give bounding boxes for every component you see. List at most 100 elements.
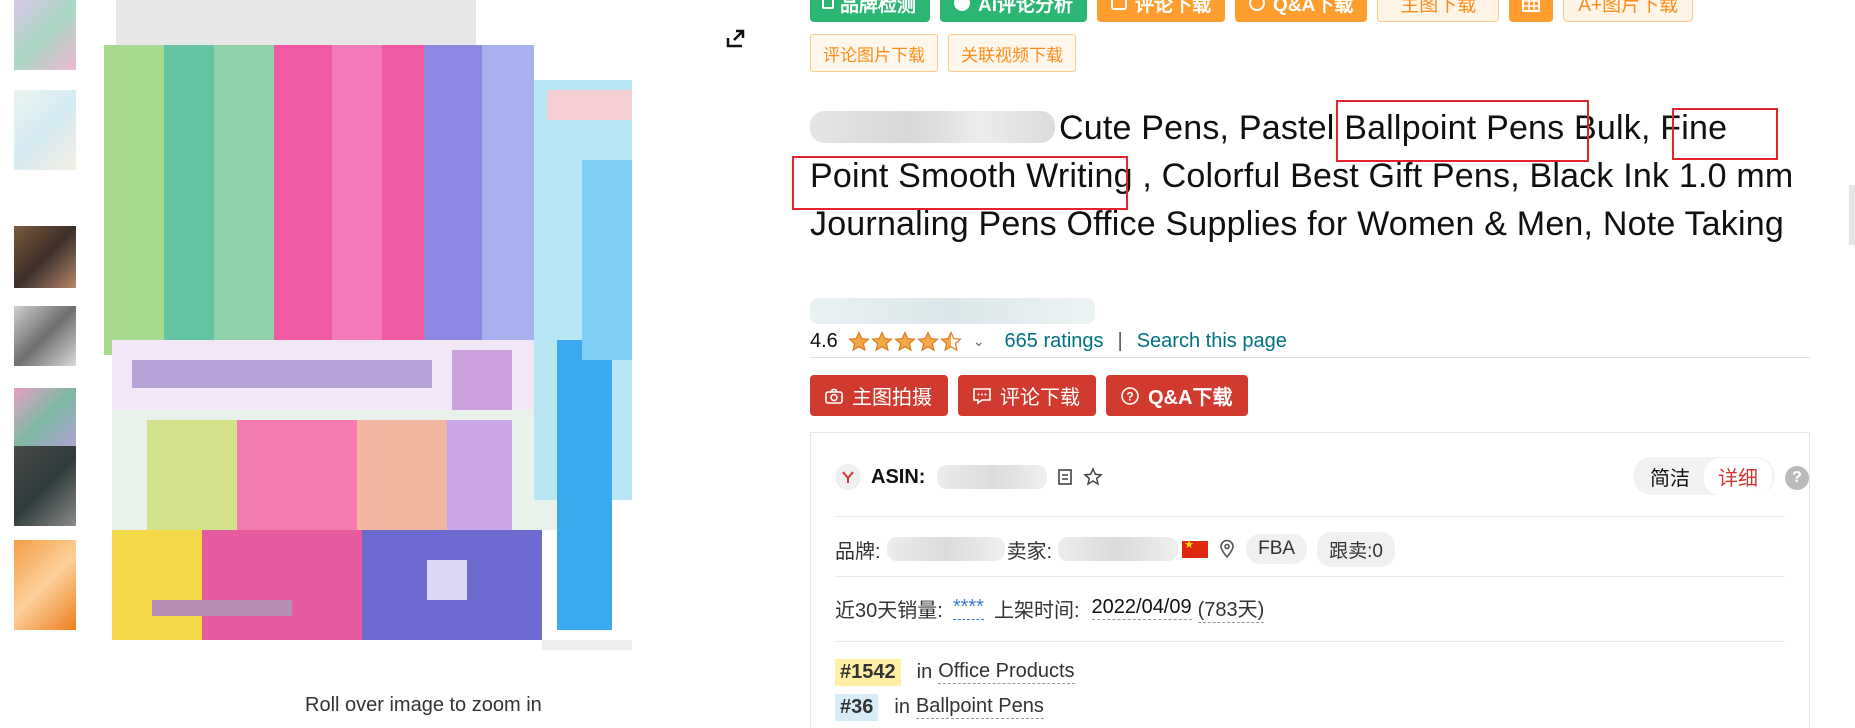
zoom-hint: Roll over image to zoom in [305, 694, 542, 716]
help-icon[interactable]: ? [1785, 466, 1809, 490]
plugin-logo-icon [835, 464, 861, 490]
brand-value-blur[interactable] [886, 537, 1005, 561]
thumbnail-6[interactable] [14, 446, 76, 526]
thumbnail-strip [14, 0, 76, 640]
thumbnail-4[interactable] [14, 306, 76, 366]
sales-30d-label: 近30天销量: [835, 599, 943, 622]
divider [810, 357, 1810, 358]
star-icon [847, 330, 870, 351]
sales-row: 近30天销量: **** 上架时间: 2022/04/09 (783天) [835, 588, 1785, 628]
view-toggle-simple[interactable]: 简洁 [1636, 458, 1704, 495]
location-pin-icon[interactable] [1218, 539, 1236, 559]
comment-icon [1111, 0, 1128, 10]
listing-date-label: 上架时间: [993, 599, 1080, 622]
scrollbar-hint[interactable] [1849, 185, 1855, 245]
review-download-label: 评论下载 [1000, 387, 1080, 409]
rank-row-2: #36 in Ballpoint Pens [835, 690, 1785, 724]
review-download-button[interactable]: 评论下载 [958, 375, 1096, 416]
asin-label: ASIN: [871, 465, 926, 488]
brand-check-button[interactable]: 品牌检测 [810, 0, 931, 22]
thumbnail-1[interactable] [14, 0, 76, 70]
rank-in: in [916, 660, 933, 683]
rank-row-1: #1542 in Office Products [835, 655, 1785, 689]
ai-review-analysis-label: AI评论分析 [978, 0, 1074, 16]
star-icon [916, 330, 939, 351]
question-icon [1249, 0, 1266, 11]
brand-check-label: 品牌检测 [840, 0, 917, 16]
review-download-top-button[interactable]: 评论下载 [1097, 0, 1226, 22]
svg-text:?: ? [1126, 389, 1133, 403]
seller-label: 卖家: [1006, 540, 1053, 563]
rating-row: 4.6 ⌄ 665 ratings | Search this page [810, 330, 1287, 353]
rank-in: in [894, 695, 910, 718]
store-link-blur[interactable] [810, 298, 1095, 324]
aplus-image-download-label: A+图片下载 [1578, 0, 1679, 16]
thumbnail-2[interactable] [14, 90, 76, 170]
rank-category-link[interactable]: Ballpoint Pens [915, 695, 1044, 719]
view-toggle[interactable]: 简洁 详细 [1633, 457, 1775, 495]
qa-download-top-button[interactable]: Q&A下载 [1235, 0, 1368, 22]
rank-badge: #36 [835, 693, 879, 721]
search-this-page-link[interactable]: Search this page [1137, 330, 1287, 353]
highlight-box-ballpoint-pens [1336, 100, 1589, 162]
listing-days-value: (783天) [1197, 593, 1265, 623]
copy-icon[interactable] [1055, 467, 1075, 487]
rank-badge: #1542 [835, 658, 901, 686]
grid-button[interactable] [1509, 0, 1554, 22]
camera-icon [825, 388, 843, 404]
product-info-panel: ASIN: 简洁 详细 ? 品牌: 卖家: FB [810, 432, 1810, 728]
thumbnail-5[interactable] [14, 388, 76, 448]
rating-value: 4.6 [810, 330, 838, 352]
share-icon[interactable] [722, 24, 750, 52]
grid-icon [1522, 0, 1541, 12]
star-icon [893, 330, 916, 351]
main-image-shoot-button[interactable]: 主图拍摄 [810, 375, 948, 416]
star-icon [939, 330, 962, 351]
qa-download-label: Q&A下载 [1148, 387, 1233, 409]
panel-divider [835, 576, 1785, 577]
star-icon [870, 330, 893, 351]
seller-value-blur[interactable] [1058, 537, 1179, 561]
comment-icon [973, 387, 991, 405]
plugin-toolbar: 品牌检测 AI评论分析 评论下载 Q&A下载 主图下载 A+图片下载 [810, 0, 1694, 22]
rating-stars[interactable] [847, 330, 963, 353]
fba-badge: FBA [1246, 534, 1308, 564]
action-buttons: 主图拍摄 评论下载 ? Q&A下载 [810, 375, 1249, 416]
review-image-download-button[interactable]: 评论图片下载 [810, 34, 938, 72]
main-image-download-label: 主图下载 [1400, 0, 1477, 16]
page: Roll over image to zoom in 品牌检测 AI评论分析 评… [0, 0, 1855, 728]
star-outline-icon[interactable] [1083, 467, 1104, 487]
product-image-graphic [92, 0, 632, 650]
ai-icon [954, 0, 971, 11]
qa-download-button[interactable]: ? Q&A下载 [1106, 375, 1249, 416]
brand-blur [810, 111, 1055, 143]
qa-download-top-label: Q&A下载 [1273, 0, 1354, 16]
brand-check-icon [822, 0, 834, 9]
brand-row: 品牌: 卖家: FBA 跟卖:0 [835, 529, 1785, 569]
china-flag-icon [1182, 538, 1209, 558]
listing-date-value: 2022/04/09 [1091, 596, 1192, 620]
follow-sellers-badge[interactable]: 跟卖:0 [1317, 531, 1395, 567]
ai-review-analysis-button[interactable]: AI评论分析 [940, 0, 1088, 22]
highlight-box-point-smooth-writing [792, 156, 1128, 210]
related-video-download-button[interactable]: 关联视频下载 [948, 34, 1076, 72]
plugin-toolbar-second: 评论图片下载 关联视频下载 [810, 34, 1076, 72]
thumbnail-7[interactable] [14, 540, 76, 630]
main-image-download-button[interactable]: 主图下载 [1377, 0, 1500, 22]
panel-divider [835, 516, 1785, 517]
thumbnail-3[interactable] [14, 226, 76, 288]
sales-30d-value[interactable]: **** [952, 596, 984, 620]
asin-value-blur[interactable] [937, 465, 1048, 489]
review-download-top-label: 评论下载 [1135, 0, 1212, 16]
chevron-down-icon[interactable]: ⌄ [973, 333, 985, 350]
question-circle-icon: ? [1121, 386, 1139, 405]
view-toggle-detail[interactable]: 详细 [1704, 457, 1772, 495]
main-product-image[interactable] [92, 0, 632, 650]
rank-category-link[interactable]: Office Products [938, 660, 1075, 684]
separator: | [1117, 330, 1123, 352]
ratings-count-link[interactable]: 665 ratings [1005, 330, 1104, 353]
panel-divider [835, 641, 1785, 642]
brand-label: 品牌: [835, 540, 881, 563]
main-image-shoot-label: 主图拍摄 [852, 387, 932, 409]
aplus-image-download-button[interactable]: A+图片下载 [1563, 0, 1694, 22]
